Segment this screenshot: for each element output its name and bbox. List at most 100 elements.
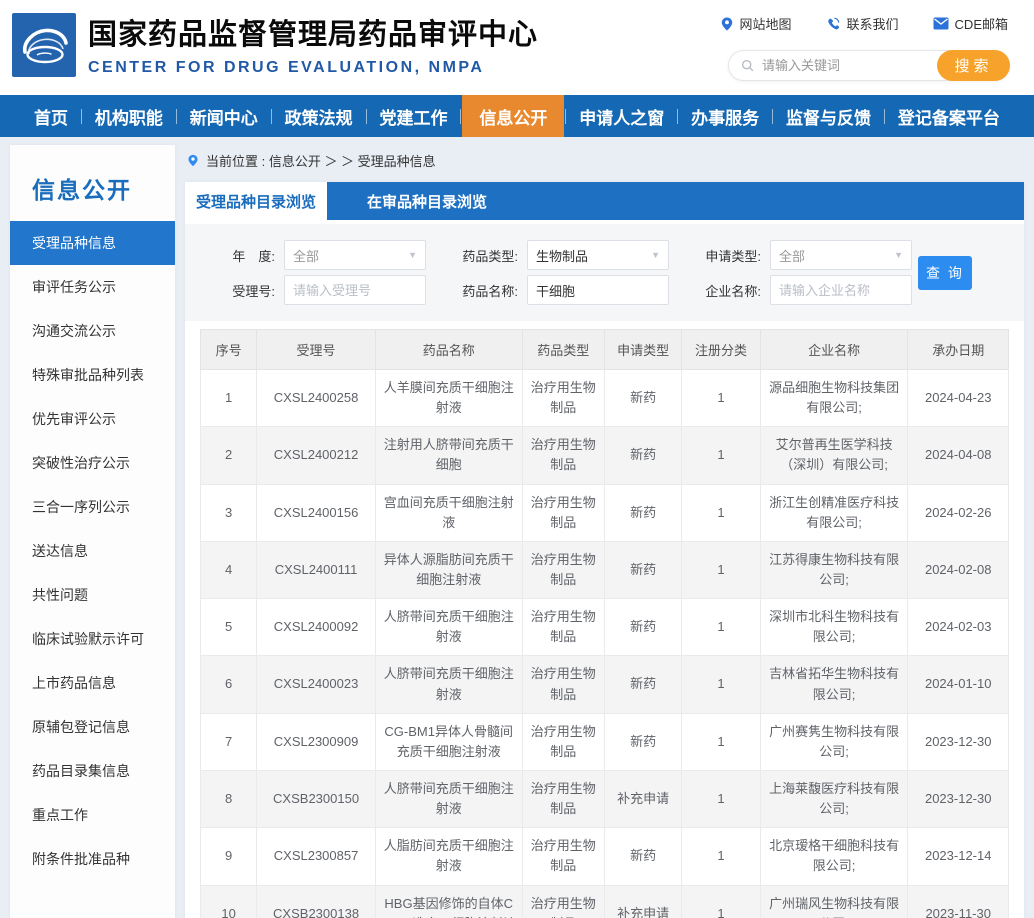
sidebar-item-10[interactable]: 临床试验默示许可 — [10, 617, 175, 661]
cell-company: 艾尔普再生医学科技（深圳）有限公司; — [760, 427, 908, 484]
tab-under-review-catalog[interactable]: 在审品种目录浏览 — [327, 182, 527, 220]
column-header: 药品类型 — [522, 330, 604, 370]
cell-company: 深圳市北科生物科技有限公司; — [760, 599, 908, 656]
cell-company: 广州赛隽生物科技有限公司; — [760, 713, 908, 770]
cell-drug-type: 治疗用生物制品 — [522, 713, 604, 770]
sitemap-link[interactable]: 网站地图 — [720, 14, 792, 33]
brand-block: 国家药品监督管理局药品审评中心 CENTER FOR DRUG EVALUATI… — [88, 11, 538, 77]
sidebar-item-7[interactable]: 三合一序列公示 — [10, 485, 175, 529]
nav-separator — [565, 109, 566, 124]
column-header: 序号 — [201, 330, 257, 370]
cell-drug-name: 异体人源脂肪间充质干细胞注射液 — [375, 541, 522, 598]
sidebar-item-5[interactable]: 优先审评公示 — [10, 397, 175, 441]
site-search: 搜索 — [728, 50, 1010, 81]
cell-drug-type: 治疗用生物制品 — [522, 885, 604, 918]
nav-item-2[interactable]: 机构职能 — [83, 95, 175, 137]
nav-item-4[interactable]: 政策法规 — [273, 95, 365, 137]
filter-panel: 年 度: 全部 ▼ 药品类型: 生物制品 ▼ 申请类型: 全部 ▼ — [185, 224, 1024, 321]
cde-mail-link[interactable]: CDE邮箱 — [933, 14, 1008, 33]
cell-date: 2023-12-30 — [908, 713, 1009, 770]
site-subtitle: CENTER FOR DRUG EVALUATION, NMPA — [88, 59, 538, 77]
cell-accept-no: CXSL2400156 — [257, 484, 376, 541]
cell-accept-no: CXSB2300138 — [257, 885, 376, 918]
cell-drug-type: 治疗用生物制品 — [522, 599, 604, 656]
cell-date: 2024-01-10 — [908, 656, 1009, 713]
table-row: 2CXSL2400212注射用人脐带间充质干细胞治疗用生物制品新药1艾尔普再生医… — [201, 427, 1009, 484]
drug-type-label: 药品类型: — [426, 246, 518, 265]
sidebar-item-8[interactable]: 送达信息 — [10, 529, 175, 573]
tab-accepted-catalog[interactable]: 受理品种目录浏览 — [185, 182, 327, 220]
breadcrumb: 当前位置 : 信息公开 ＞ ＞ 受理品种信息 — [185, 145, 1024, 182]
nav-item-10[interactable]: 登记备案平台 — [886, 95, 1012, 137]
nav-item-6[interactable]: 信息公开 — [462, 95, 564, 137]
cell-drug-name: 注射用人脐带间充质干细胞 — [375, 427, 522, 484]
cell-date: 2024-02-26 — [908, 484, 1009, 541]
cell-accept-no: CXSL2400212 — [257, 427, 376, 484]
nav-item-5[interactable]: 党建工作 — [368, 95, 460, 137]
cell-drug-type: 治疗用生物制品 — [522, 770, 604, 827]
drug-type-select[interactable]: 生物制品 ▼ — [527, 240, 669, 270]
sidebar-item-12[interactable]: 原辅包登记信息 — [10, 705, 175, 749]
results-table-wrap: 序号受理号药品名称药品类型申请类型注册分类企业名称承办日期 1CXSL24002… — [185, 321, 1024, 918]
cell-index: 4 — [201, 541, 257, 598]
sidebar-item-15[interactable]: 附条件批准品种 — [10, 837, 175, 881]
search-input[interactable] — [754, 58, 938, 73]
cell-apply-type: 新药 — [604, 370, 681, 427]
nav-separator — [81, 109, 82, 124]
sidebar-item-14[interactable]: 重点工作 — [10, 793, 175, 837]
contact-link[interactable]: 联系我们 — [826, 14, 899, 33]
cell-reg-class: 1 — [682, 484, 760, 541]
sidebar-item-9[interactable]: 共性问题 — [10, 573, 175, 617]
query-button[interactable]: 查 询 — [918, 256, 972, 290]
sidebar-item-1[interactable]: 受理品种信息 — [10, 221, 175, 265]
cell-apply-type: 新药 — [604, 484, 681, 541]
cell-company: 源品细胞生物科技集团有限公司; — [760, 370, 908, 427]
nav-item-8[interactable]: 办事服务 — [679, 95, 771, 137]
contact-label: 联系我们 — [847, 14, 899, 33]
sidebar-menu: 受理品种信息审评任务公示沟通交流公示特殊审批品种列表优先审评公示突破性治疗公示三… — [10, 221, 175, 881]
column-header: 承办日期 — [908, 330, 1009, 370]
nav-separator — [460, 109, 461, 124]
accept-no-input[interactable] — [293, 283, 417, 298]
quick-links: 网站地图 联系我们 CDE邮箱 — [720, 14, 1008, 33]
sidebar-item-4[interactable]: 特殊审批品种列表 — [10, 353, 175, 397]
drug-name-field — [527, 275, 669, 305]
cell-company: 吉林省拓华生物科技有限公司; — [760, 656, 908, 713]
nav-separator — [884, 109, 885, 124]
apply-type-select[interactable]: 全部 ▼ — [770, 240, 912, 270]
sidebar-item-13[interactable]: 药品目录集信息 — [10, 749, 175, 793]
nav-item-7[interactable]: 申请人之窗 — [567, 95, 676, 137]
cell-index: 1 — [201, 370, 257, 427]
cell-accept-no: CXSL2300857 — [257, 828, 376, 885]
sidebar-item-6[interactable]: 突破性治疗公示 — [10, 441, 175, 485]
cell-date: 2024-04-08 — [908, 427, 1009, 484]
cell-date: 2024-04-23 — [908, 370, 1009, 427]
drug-name-input[interactable] — [536, 283, 660, 298]
table-row: 7CXSL2300909CG-BM1异体人骨髓间充质干细胞注射液治疗用生物制品新… — [201, 713, 1009, 770]
cell-reg-class: 1 — [682, 370, 760, 427]
year-select[interactable]: 全部 ▼ — [284, 240, 426, 270]
sidebar-title: 信息公开 — [10, 145, 175, 221]
nav-item-9[interactable]: 监督与反馈 — [774, 95, 883, 137]
location-pin-icon — [720, 16, 734, 32]
sidebar-item-2[interactable]: 审评任务公示 — [10, 265, 175, 309]
chevron-down-icon: ▼ — [894, 250, 903, 260]
phone-icon — [826, 16, 841, 31]
company-input[interactable] — [779, 283, 903, 298]
cde-logo[interactable] — [12, 13, 76, 77]
nav-item-3[interactable]: 新闻中心 — [178, 95, 270, 137]
cell-index: 5 — [201, 599, 257, 656]
results-table: 序号受理号药品名称药品类型申请类型注册分类企业名称承办日期 1CXSL24002… — [200, 329, 1009, 918]
column-header: 申请类型 — [604, 330, 681, 370]
table-row: 1CXSL2400258人羊膜间充质干细胞注射液治疗用生物制品新药1源品细胞生物… — [201, 370, 1009, 427]
search-icon — [741, 58, 754, 73]
sidebar-item-11[interactable]: 上市药品信息 — [10, 661, 175, 705]
cell-company: 上海莱馥医疗科技有限公司; — [760, 770, 908, 827]
cell-accept-no: CXSB2300150 — [257, 770, 376, 827]
year-value: 全部 — [293, 246, 319, 265]
sidebar-item-3[interactable]: 沟通交流公示 — [10, 309, 175, 353]
nav-item-1[interactable]: 首页 — [22, 95, 80, 137]
cell-company: 浙江生创精准医疗科技有限公司; — [760, 484, 908, 541]
search-button[interactable]: 搜索 — [937, 50, 1010, 81]
nav-separator — [772, 109, 773, 124]
